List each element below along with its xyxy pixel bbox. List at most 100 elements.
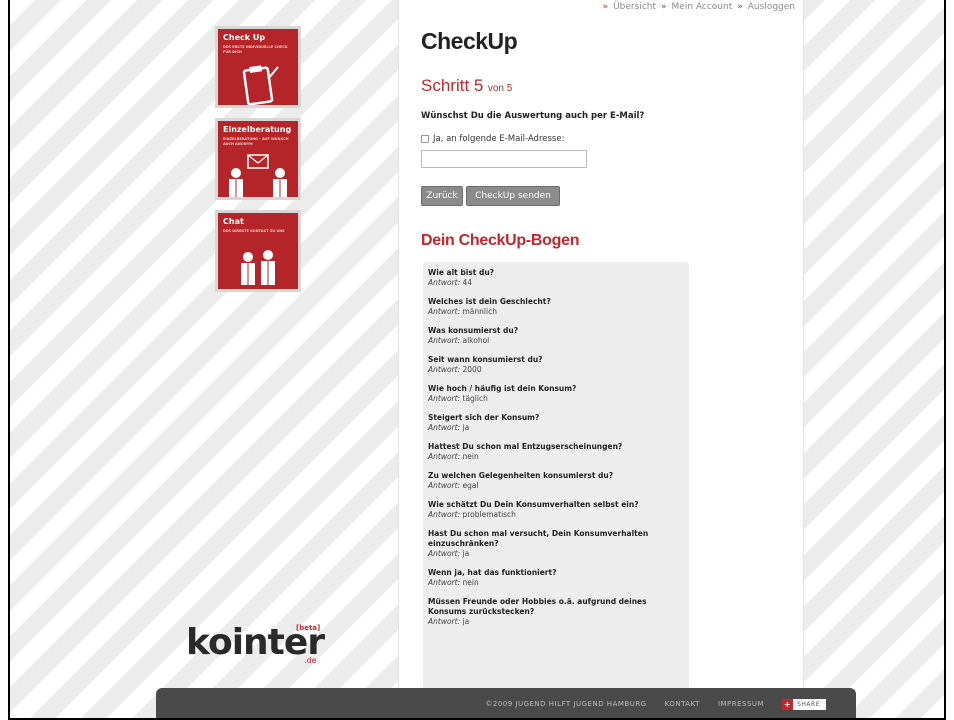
qa-answer: Antwort: egal (428, 481, 684, 491)
answer-value: täglich (462, 394, 488, 403)
einzelberatung-tile[interactable]: Einzelberatung EINZELBERATUNG - AUF WUNS… (215, 118, 301, 200)
tile-subtitle: DER ERSTE INDIVIDUELLE CHECK FÜR DICH (223, 45, 288, 54)
qa-item: Was konsumierst du? Antwort: alkohol (428, 326, 684, 346)
answer-label: Antwort: (428, 481, 461, 490)
answer-label: Antwort: (428, 336, 461, 345)
top-navigation: » Übersicht » Mein Account » Ausloggen (603, 2, 795, 12)
qa-item: Wie alt bist du? Antwort: 44 (428, 268, 684, 288)
answer-value: egal (462, 481, 479, 490)
qa-question: Wie schätzt Du Dein Konsumverhalten selb… (428, 500, 639, 509)
answer-value: alkohol (462, 336, 490, 345)
qa-question: Zu welchen Gelegenheiten konsumierst du? (428, 471, 614, 480)
qa-question: Welches ist dein Geschlecht? (428, 297, 551, 306)
nav-overview-link[interactable]: Übersicht (613, 2, 656, 12)
nav-logout-link[interactable]: Ausloggen (748, 2, 795, 12)
chat-tile[interactable]: Chat DER DIREKTE KONTAKT ZU UNS (215, 210, 301, 292)
email-opt-in-row: Ja, an folgende E-Mail-Adresse: (421, 134, 564, 144)
answer-value: 2000 (462, 365, 482, 374)
qa-answer: Antwort: männlich (428, 307, 684, 317)
answer-value: ja (462, 423, 470, 432)
qa-item: Hattest Du schon mal Entzugserscheinunge… (428, 442, 684, 462)
tile-title: Check Up (223, 33, 266, 42)
email-field[interactable] (421, 150, 587, 168)
tile-subtitle: EINZELBERATUNG - AUF WUNSCH AUCH ANONYM (223, 137, 289, 146)
qa-question: Hast Du schon mal versucht, Dein Konsumv… (428, 529, 649, 548)
qa-item: Zu welchen Gelegenheiten konsumierst du?… (428, 471, 684, 491)
footer-bar: ©2009 JUGEND HILFT JUGEND HAMBURG KONTAK… (156, 688, 856, 718)
step-total: von 5 (487, 83, 513, 94)
qa-item: Steigert sich der Konsum? Antwort: ja (428, 413, 684, 433)
answer-value: nein (462, 452, 479, 461)
kointer-logo[interactable]: kointer [beta] .de (178, 620, 328, 670)
qa-question: Steigert sich der Konsum? (428, 413, 540, 422)
answer-label: Antwort: (428, 452, 461, 461)
answer-value: ja (462, 549, 470, 558)
answer-label: Antwort: (428, 423, 461, 432)
answer-label: Antwort: (428, 510, 461, 519)
page-frame: Check Up DER ERSTE INDIVIDUELLE CHECK FÜ… (8, 0, 946, 720)
share-label: SHARE (797, 700, 820, 708)
qa-answer: Antwort: alkohol (428, 336, 684, 346)
footer-imprint-link[interactable]: IMPRESSUM (718, 700, 764, 708)
qa-item: Hast Du schon mal versucht, Dein Konsumv… (428, 529, 684, 559)
answer-value: ja (462, 617, 470, 626)
qa-item: Müssen Freunde oder Hobbies o.ä. aufgrun… (428, 597, 684, 627)
qa-answer: Antwort: 2000 (428, 365, 684, 375)
footer-copyright: ©2009 JUGEND HILFT JUGEND HAMBURG (485, 700, 647, 708)
qa-question: Hattest Du schon mal Entzugserscheinunge… (428, 442, 623, 451)
qa-question: Seit wann konsumierst du? (428, 355, 543, 364)
back-button[interactable]: Zurück (421, 186, 463, 206)
qa-answer: Antwort: ja (428, 617, 684, 627)
send-checkup-button[interactable]: CheckUp senden (466, 186, 560, 206)
qa-answer: Antwort: problematisch (428, 510, 684, 520)
section-title: Dein CheckUp-Bogen (421, 232, 580, 249)
clipboard-icon (242, 65, 279, 105)
logo-beta: [beta] (296, 624, 321, 632)
answer-value: nein (462, 578, 479, 587)
checkup-tile[interactable]: Check Up DER ERSTE INDIVIDUELLE CHECK FÜ… (215, 26, 301, 108)
qa-answer: Antwort: ja (428, 423, 684, 433)
email-opt-in-checkbox[interactable] (421, 135, 429, 143)
qa-item: Welches ist dein Geschlecht? Antwort: mä… (428, 297, 684, 317)
page-title: CheckUp (421, 28, 518, 54)
answer-value: 44 (462, 278, 473, 287)
nav-separator: » (602, 2, 609, 12)
answer-label: Antwort: (428, 365, 461, 374)
tile-subtitle: DER DIREKTE KONTAKT ZU UNS (223, 229, 285, 233)
qa-question: Wie alt bist du? (428, 268, 495, 277)
share-plus-icon: + (782, 698, 794, 710)
tile-title: Chat (223, 217, 244, 226)
nav-separator: » (661, 2, 667, 12)
qa-answer: Antwort: ja (428, 549, 684, 559)
email-opt-in-label[interactable]: Ja, an folgende E-Mail-Adresse: (433, 134, 564, 144)
step-label: Schritt 5 (421, 76, 484, 95)
answer-label: Antwort: (428, 278, 461, 287)
qa-question: Wie hoch / häufig ist dein Konsum? (428, 384, 577, 393)
qa-answer: Antwort: 44 (428, 278, 684, 288)
answer-label: Antwort: (428, 578, 461, 587)
nav-account-link[interactable]: Mein Account (672, 2, 733, 12)
checkup-sheet: Wie alt bist du? Antwort: 44 Welches ist… (423, 262, 689, 690)
qa-answer: Antwort: nein (428, 578, 684, 588)
qa-answer: Antwort: nein (428, 452, 684, 462)
chat-people-icon (241, 250, 275, 285)
consultation-icon (229, 154, 287, 197)
email-question: Wünschst Du die Auswertung auch per E-Ma… (421, 111, 645, 121)
qa-answer: Antwort: täglich (428, 394, 684, 404)
answer-label: Antwort: (428, 549, 461, 558)
answer-label: Antwort: (428, 394, 461, 403)
main-content: » Übersicht » Mein Account » Ausloggen C… (398, 0, 804, 690)
qa-question: Was konsumierst du? (428, 326, 519, 335)
nav-separator: » (737, 2, 743, 12)
share-button[interactable]: + SHARE (782, 698, 826, 710)
qa-item: Seit wann konsumierst du? Antwort: 2000 (428, 355, 684, 375)
answer-value: problematisch (462, 510, 516, 519)
footer-contact-link[interactable]: KONTAKT (665, 700, 700, 708)
answer-label: Antwort: (428, 617, 461, 626)
qa-item: Wenn ja, hat das funktioniert? Antwort: … (428, 568, 684, 588)
qa-item: Wie schätzt Du Dein Konsumverhalten selb… (428, 500, 684, 520)
logo-domain: .de (304, 656, 317, 665)
answer-value: männlich (462, 307, 497, 316)
qa-question: Wenn ja, hat das funktioniert? (428, 568, 557, 577)
tile-title: Einzelberatung (223, 125, 292, 134)
